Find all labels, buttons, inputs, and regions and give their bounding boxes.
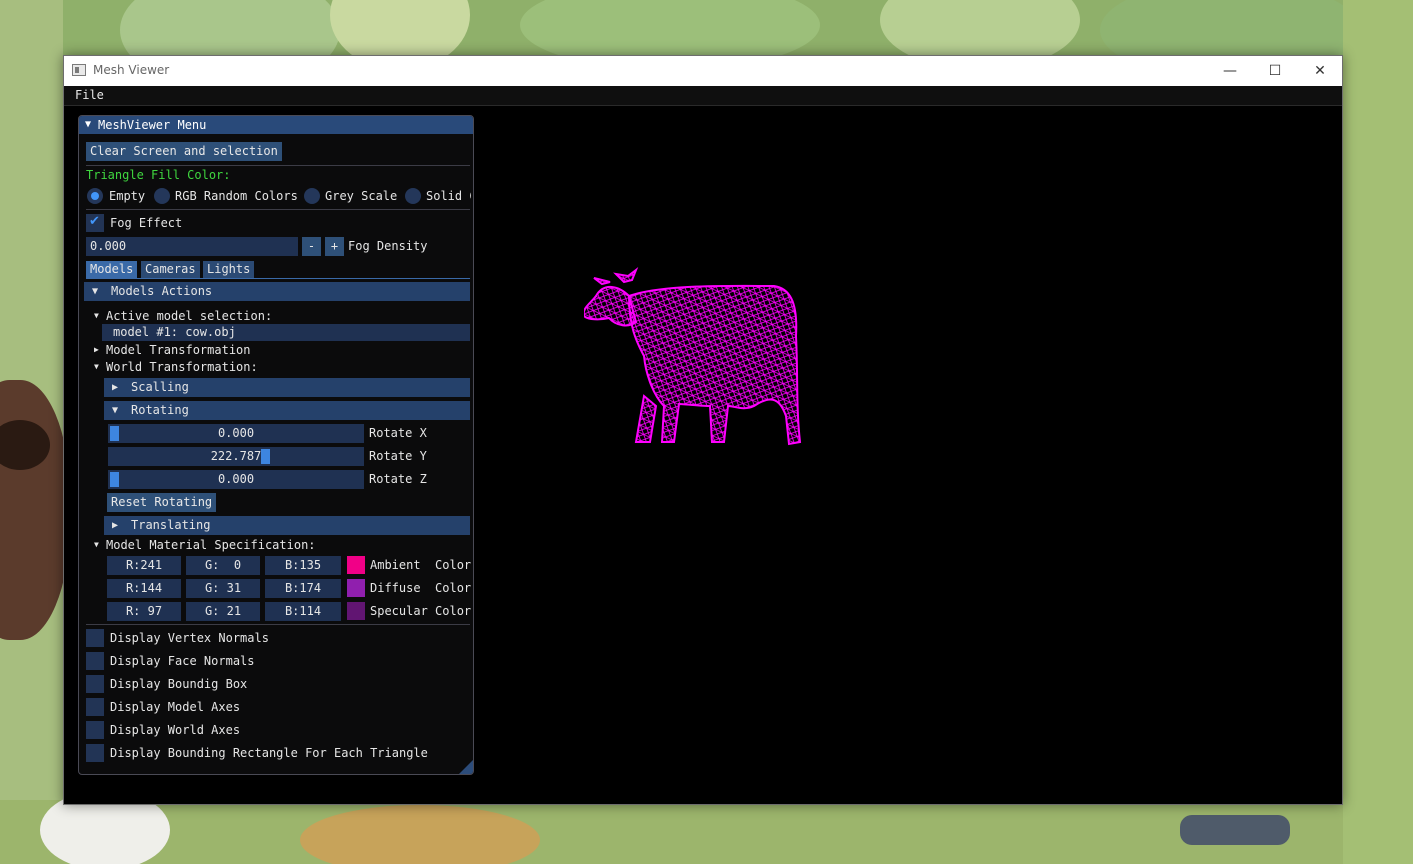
active-model-combo[interactable]: model #1: cow.obj [102,324,470,341]
diffuse-g-field[interactable]: G: 31 [186,579,260,598]
title-bar[interactable]: Mesh Viewer — ☐ ✕ [64,56,1342,86]
scalling-header[interactable]: ▶ Scalling [104,378,470,397]
display-model-axes-label: Display Model Axes [110,700,241,714]
panel-title: MeshViewer Menu [98,118,207,132]
fill-color-label: Triangle Fill Color: [86,168,231,182]
display-world-axes-checkbox[interactable] [86,721,104,739]
fog-density-minus-button[interactable]: - [302,237,321,256]
translating-header[interactable]: ▶ Translating [104,516,470,535]
expanded-arrow-icon: ▼ [94,362,99,371]
collapsed-arrow-icon: ▶ [94,345,99,354]
clear-screen-button[interactable]: Clear Screen and selection [86,142,282,161]
mesh-viewer-window: Mesh Viewer — ☐ ✕ File ▼ MeshViewer Menu… [63,55,1343,805]
radio-empty-label: Empty [109,189,146,203]
display-bounding-box-label: Display Boundig Box [110,677,248,691]
display-bounding-rect-label: Display Bounding Rectangle For Each Tria… [110,746,428,760]
panel-title-bar[interactable]: ▼ MeshViewer Menu [79,116,473,134]
separator [86,209,470,210]
collapsed-triangle-icon: ▶ [112,520,119,531]
rotate-x-slider[interactable]: 0.000 [108,424,364,443]
separator [86,624,470,625]
cow-mesh-render[interactable] [584,256,824,456]
reset-rotating-button[interactable]: Reset Rotating [107,493,217,512]
radio-grey-scale-label: Grey Scale [325,189,398,203]
close-button[interactable]: ✕ [1297,56,1343,86]
specular-color-swatch[interactable] [347,602,365,620]
tab-underline [86,278,470,279]
rotate-x-grab[interactable] [110,426,119,441]
minimize-icon: — [1223,63,1237,79]
display-face-normals-label: Display Face Normals [110,654,255,668]
expanded-triangle-icon: ▼ [112,405,119,416]
fog-density-plus-button[interactable]: + [325,237,344,256]
fog-effect-label: Fog Effect [110,216,183,230]
radio-solid-color[interactable] [405,188,421,204]
rotating-header[interactable]: ▼ Rotating [104,401,470,420]
close-icon: ✕ [1314,63,1326,79]
maximize-button[interactable]: ☐ [1252,56,1298,86]
ambient-b-field[interactable]: B:135 [265,556,341,575]
rotate-x-label: Rotate X [369,426,427,440]
resize-grip-icon[interactable] [459,760,473,774]
display-face-normals-checkbox[interactable] [86,652,104,670]
display-bounding-rect-checkbox[interactable] [86,744,104,762]
radio-rgb-random-label: RGB Random Colors [175,189,298,203]
specular-b-field[interactable]: B:114 [265,602,341,621]
display-model-axes-checkbox[interactable] [86,698,104,716]
models-actions-header[interactable]: ▼ Models Actions [84,282,470,301]
radio-rgb-random[interactable] [154,188,170,204]
specular-g-field[interactable]: G: 21 [186,602,260,621]
ambient-color-swatch[interactable] [347,556,365,574]
rotate-y-grab[interactable] [260,449,270,464]
collapse-triangle-icon[interactable]: ▼ [85,116,91,134]
tab-cameras[interactable]: Cameras [141,261,200,278]
collapsed-triangle-icon: ▶ [112,382,119,393]
diffuse-color-swatch[interactable] [347,579,365,597]
fog-density-label: Fog Density [348,239,428,253]
diffuse-b-field[interactable]: B:174 [265,579,341,598]
ambient-color-label: Ambient Color [370,558,472,572]
radio-empty[interactable] [87,188,103,204]
rotate-z-label: Rotate Z [369,472,427,486]
display-bounding-box-checkbox[interactable] [86,675,104,693]
radio-solid-color-label: Solid C [426,189,471,203]
maximize-icon: ☐ [1268,63,1282,79]
rotate-y-slider[interactable]: 222.787 [108,447,364,466]
window-title: Mesh Viewer [93,63,170,77]
expanded-arrow-icon: ▼ [94,311,99,320]
radio-grey-scale[interactable] [304,188,320,204]
display-vertex-normals-label: Display Vertex Normals [110,631,269,645]
fog-effect-checkbox[interactable] [86,214,104,232]
rotate-y-label: Rotate Y [369,449,427,463]
specular-color-label: Specular Color [370,604,472,618]
meshviewer-menu-panel: ▼ MeshViewer Menu Clear Screen and selec… [78,115,474,775]
expanded-triangle-icon: ▼ [92,286,99,297]
separator [86,165,470,166]
ambient-r-field[interactable]: R:241 [107,556,181,575]
ambient-g-field[interactable]: G: 0 [186,556,260,575]
tab-models[interactable]: Models [86,261,138,278]
rotate-z-slider[interactable]: 0.000 [108,470,364,489]
fog-density-input[interactable]: 0.000 [86,237,298,256]
expanded-arrow-icon: ▼ [94,540,99,549]
specular-r-field[interactable]: R: 97 [107,602,181,621]
display-vertex-normals-checkbox[interactable] [86,629,104,647]
rotate-z-grab[interactable] [110,472,119,487]
display-world-axes-label: Display World Axes [110,723,241,737]
menu-bar: File [64,86,1342,106]
diffuse-color-label: Diffuse Color [370,581,472,595]
menu-file[interactable]: File [75,88,104,102]
tab-lights[interactable]: Lights [203,261,255,278]
minimize-button[interactable]: — [1207,56,1253,86]
diffuse-r-field[interactable]: R:144 [107,579,181,598]
app-icon [72,64,86,76]
